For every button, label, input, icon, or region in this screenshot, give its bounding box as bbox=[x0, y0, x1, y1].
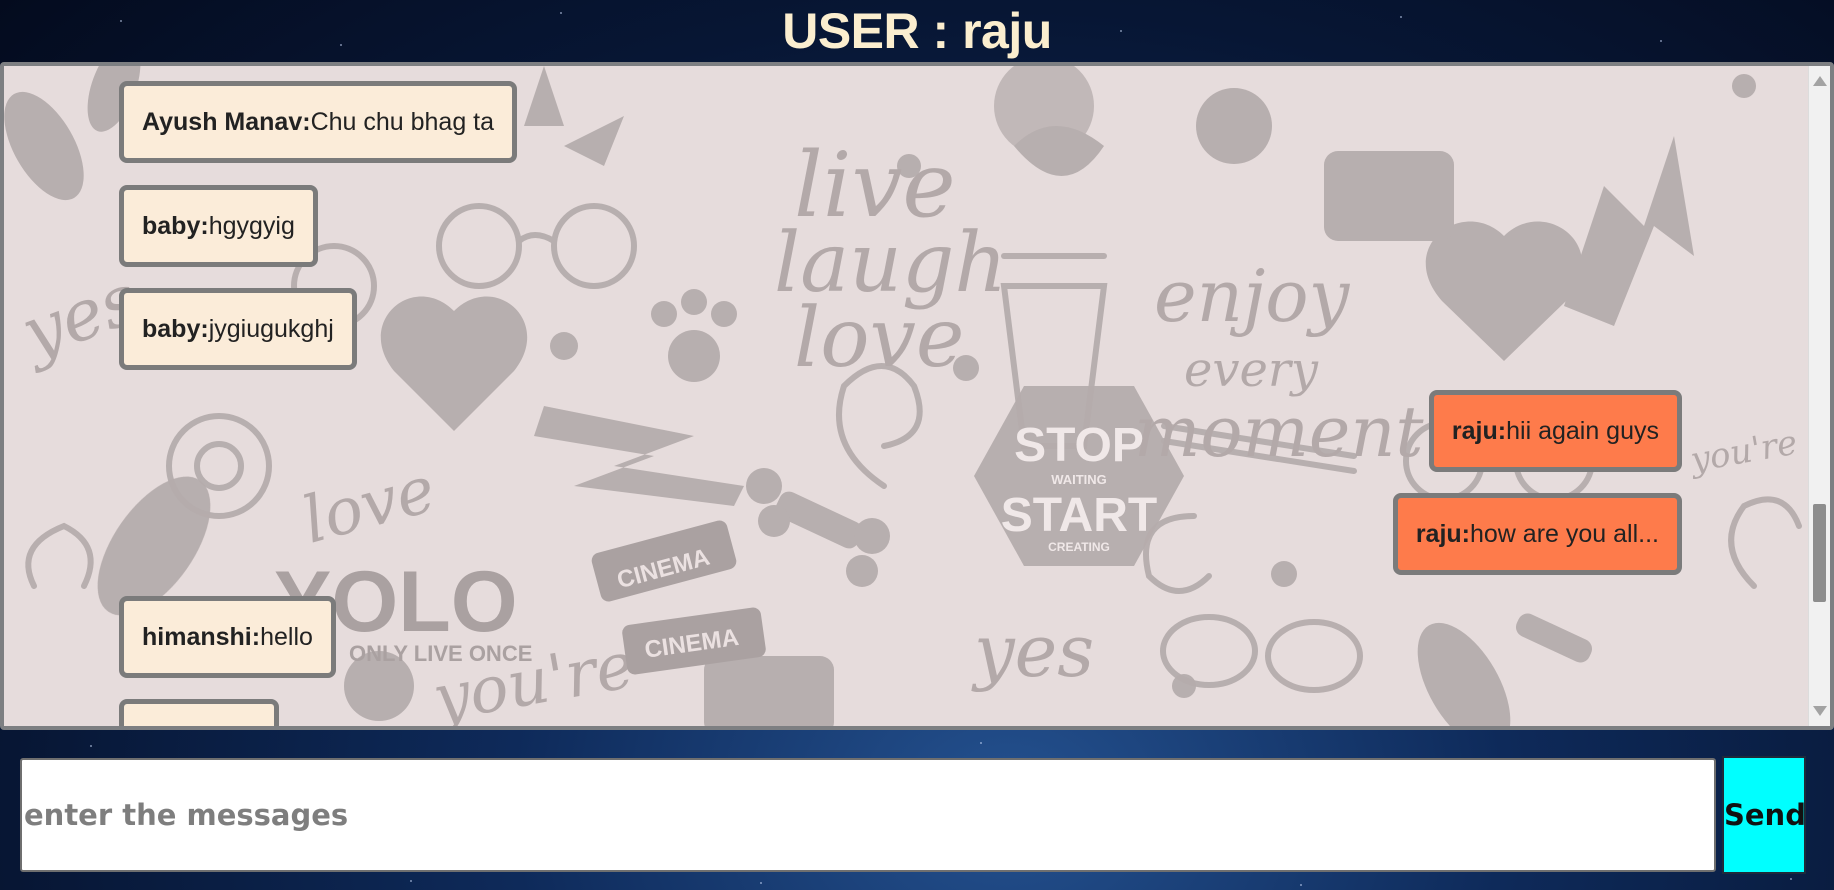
wallpaper-text-stop: STOP bbox=[1014, 419, 1144, 472]
wallpaper-text-start: START bbox=[1001, 489, 1157, 542]
wallpaper-text-moment: moment. bbox=[1134, 391, 1446, 473]
message-text: Chu chu bhag ta bbox=[310, 107, 495, 136]
message-input[interactable] bbox=[20, 758, 1716, 872]
chat-scrollbar[interactable] bbox=[1808, 66, 1830, 726]
message-sender: baby: bbox=[142, 211, 209, 240]
message-sender: Ayush Manav: bbox=[142, 107, 311, 136]
message-bubble-incoming-partial bbox=[119, 699, 279, 726]
message-sender: himanshi: bbox=[142, 622, 261, 651]
wallpaper-text-enjoy: enjoy bbox=[1154, 254, 1351, 338]
message-text: hello bbox=[260, 622, 313, 651]
page-title: USER : raju bbox=[782, 3, 1052, 59]
scroll-up-arrow-icon[interactable] bbox=[1813, 76, 1827, 86]
message-sender: baby: bbox=[142, 314, 209, 343]
message-sender: raju: bbox=[1451, 416, 1507, 445]
message-bubble-incoming: baby: hgygyig bbox=[119, 185, 318, 267]
wallpaper-text-yes-2: yes bbox=[971, 609, 1094, 693]
scrollbar-thumb[interactable] bbox=[1813, 504, 1826, 602]
send-button[interactable]: Send bbox=[1722, 756, 1806, 874]
message-bubble-incoming: himanshi: hello bbox=[119, 596, 336, 678]
header: USER : raju bbox=[0, 0, 1834, 62]
message-text: hgygyig bbox=[208, 211, 295, 240]
message-bubble-incoming: baby: jygiugukghj bbox=[119, 288, 357, 370]
wallpaper-text-every: every bbox=[1184, 342, 1319, 398]
wallpaper-text-only-live-once: ONLY LIVE ONCE bbox=[349, 641, 532, 666]
message-bubble-outgoing: raju: hii again guys bbox=[1428, 390, 1682, 472]
message-text: jygiugukghj bbox=[208, 314, 334, 343]
wallpaper-text-love-2: love bbox=[295, 453, 443, 559]
message-text: how are you all... bbox=[1470, 519, 1659, 548]
wallpaper-text-creating: CREATING bbox=[1048, 540, 1110, 554]
wallpaper-text-love: love bbox=[794, 291, 964, 386]
message-text: hii again guys bbox=[1506, 416, 1659, 445]
message-bubble-incoming: Ayush Manav: Chu chu bhag ta bbox=[119, 81, 518, 163]
wallpaper-text-waiting: WAITING bbox=[1051, 472, 1107, 487]
scroll-down-arrow-icon[interactable] bbox=[1813, 706, 1827, 716]
wallpaper-text-youre-amazing: you're amazing bbox=[1686, 396, 1809, 481]
chat-message-area[interactable]: live laugh love enjoy every moment. yes … bbox=[0, 62, 1834, 730]
message-bubble-outgoing: raju: how are you all... bbox=[1392, 493, 1682, 575]
message-sender: raju: bbox=[1415, 519, 1470, 548]
